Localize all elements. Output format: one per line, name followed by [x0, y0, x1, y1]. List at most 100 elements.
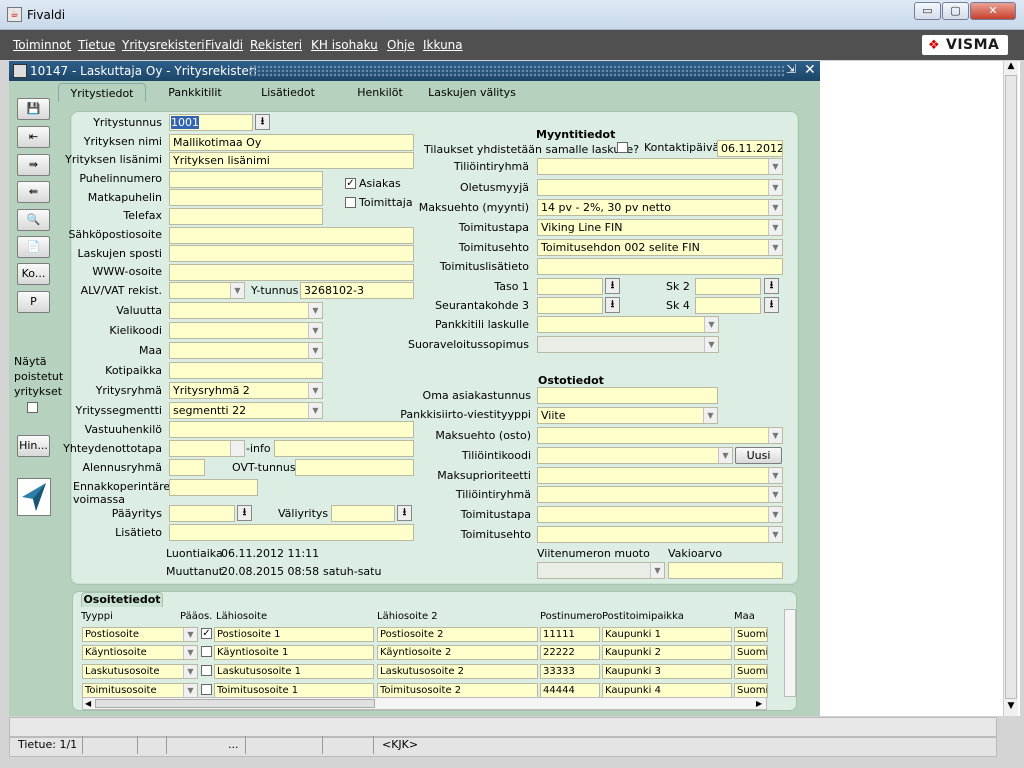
o-maksuehto-combo[interactable]: ▼: [537, 427, 783, 444]
sahkoposti-field[interactable]: [169, 227, 414, 244]
m-toimitustapa-combo[interactable]: Viking Line FIN ▼: [537, 219, 783, 236]
menu-ohje[interactable]: Ohje: [387, 38, 415, 52]
address-line1-cell[interactable]: Postiosoite 1: [214, 627, 374, 642]
address-horizontal-scrollbar[interactable]: ◀ ▶: [82, 697, 767, 710]
chevron-down-icon[interactable]: ▼: [183, 665, 197, 678]
sk2-lookup-icon[interactable]: ⭳: [764, 278, 779, 294]
country-cell[interactable]: Suomi: [734, 683, 768, 698]
tiliointikoodi-combo[interactable]: ▼: [537, 447, 733, 464]
chevron-down-icon[interactable]: ▼: [308, 383, 322, 398]
chevron-down-icon[interactable]: ▼: [718, 448, 732, 463]
sk2-field[interactable]: [695, 278, 761, 295]
address-type-combo[interactable]: Käyntiosoite ▼: [82, 645, 198, 660]
maksuprioriteetti-combo[interactable]: ▼: [537, 467, 783, 484]
sk4-field[interactable]: [695, 297, 761, 314]
address-line1-cell[interactable]: Laskutusosoite 1: [214, 664, 374, 679]
m-toimitusehto-combo[interactable]: Toimitusehdon 002 selite FIN ▼: [537, 239, 783, 256]
city-cell[interactable]: Kaupunki 1: [602, 627, 732, 642]
address-type-combo[interactable]: Laskutusosoite ▼: [82, 664, 198, 679]
alv-combo[interactable]: ▼: [169, 282, 245, 299]
seuranta3-field[interactable]: [537, 297, 603, 314]
address-line2-cell[interactable]: Käyntiosoite 2: [377, 645, 538, 660]
tab-henkilot[interactable]: Henkilöt: [345, 83, 415, 102]
inner-minimize-icon[interactable]: ⇲: [786, 62, 796, 76]
primary-address-checkbox[interactable]: [201, 684, 212, 695]
primary-address-checkbox[interactable]: ✓: [201, 628, 212, 639]
address-scroll-thumb[interactable]: [95, 699, 375, 708]
postal-code-cell[interactable]: 22222: [540, 645, 600, 660]
scroll-right-icon[interactable]: ▶: [756, 699, 762, 708]
hin-button[interactable]: Hin...: [17, 435, 50, 457]
postal-code-cell[interactable]: 33333: [540, 664, 600, 679]
chevron-down-icon[interactable]: ▼: [183, 628, 197, 641]
puhelin-field[interactable]: [169, 171, 323, 188]
scroll-thumb[interactable]: [1005, 75, 1017, 699]
search-icon[interactable]: 🔍: [17, 209, 50, 231]
pankkitili-combo[interactable]: ▼: [537, 316, 719, 333]
close-button[interactable]: ✕: [970, 2, 1016, 20]
restore-button[interactable]: ▢: [942, 2, 969, 20]
viitenumero-combo[interactable]: ▼: [537, 562, 665, 579]
p-button[interactable]: P: [17, 291, 50, 313]
city-cell[interactable]: Kaupunki 3: [602, 664, 732, 679]
chevron-down-icon[interactable]: ▼: [768, 468, 782, 483]
o-toimitusehto-combo[interactable]: ▼: [537, 526, 783, 543]
suoraveloitus-combo[interactable]: ▼: [537, 336, 719, 353]
chevron-down-icon[interactable]: ▼: [308, 343, 322, 358]
chevron-down-icon[interactable]: ▼: [183, 646, 197, 659]
chevron-down-icon[interactable]: ▼: [650, 563, 664, 578]
tab-pankkitilit[interactable]: Pankkitilit: [160, 83, 230, 102]
viestityyppi-combo[interactable]: Viite ▼: [537, 407, 718, 424]
chevron-down-icon[interactable]: ▼: [768, 527, 782, 542]
uusi-button[interactable]: Uusi: [735, 447, 782, 464]
country-cell[interactable]: Suomi: [734, 664, 768, 679]
chevron-down-icon[interactable]: ▼: [768, 200, 782, 215]
address-line1-cell[interactable]: Käyntiosoite 1: [214, 645, 374, 660]
sk4-lookup-icon[interactable]: ⭳: [764, 297, 779, 313]
scroll-down-icon[interactable]: ▼: [1004, 701, 1018, 715]
paayritys-lookup-icon[interactable]: ⭳: [237, 505, 252, 521]
chevron-down-icon[interactable]: ▼: [308, 403, 322, 418]
www-field[interactable]: [169, 264, 414, 281]
oletusmyyja-combo[interactable]: ▼: [537, 179, 783, 196]
address-vertical-scrollbar[interactable]: [784, 609, 796, 697]
chevron-down-icon[interactable]: ▼: [768, 180, 782, 195]
chevron-down-icon[interactable]: ▼: [704, 317, 718, 332]
scroll-up-icon[interactable]: ▲: [1004, 61, 1018, 75]
vastuuhenkilo-field[interactable]: [169, 421, 414, 438]
previous-record-icon[interactable]: ⇚: [17, 181, 50, 203]
next-record-icon[interactable]: ⇛: [17, 154, 50, 176]
info-field[interactable]: [274, 440, 414, 457]
menu-rekisteri[interactable]: Rekisteri: [250, 38, 302, 52]
save-icon[interactable]: 💾: [17, 98, 50, 120]
valiyritys-lookup-icon[interactable]: ⭳: [397, 505, 412, 521]
m-maksuehto-combo[interactable]: 14 pv - 2%, 30 pv netto ▼: [537, 199, 783, 216]
primary-address-checkbox[interactable]: [201, 665, 212, 676]
yritystunnus-field[interactable]: 1001: [169, 114, 253, 131]
yritysryhma-combo[interactable]: Yritysryhmä 2 ▼: [169, 382, 323, 399]
o-tiliointiryhma-combo[interactable]: ▼: [537, 486, 783, 503]
address-line2-cell[interactable]: Postiosoite 2: [377, 627, 538, 642]
chevron-down-icon[interactable]: ▼: [768, 428, 782, 443]
address-line1-cell[interactable]: Toimitusosoite 1: [214, 683, 374, 698]
minimize-button[interactable]: ▭: [914, 2, 941, 20]
vakioarvo-field[interactable]: [668, 562, 783, 579]
lisatieto-field[interactable]: [169, 524, 414, 541]
toimituslisatieto-field[interactable]: [537, 258, 783, 275]
paayritys-field[interactable]: [169, 505, 235, 522]
toimittaja-checkbox[interactable]: [345, 197, 356, 208]
menu-toiminnot[interactable]: Toiminnot: [13, 38, 71, 52]
city-cell[interactable]: Kaupunki 4: [602, 683, 732, 698]
maa-combo[interactable]: ▼: [169, 342, 323, 359]
menu-yritysrekisteri[interactable]: Yritysrekisteri: [122, 38, 205, 52]
chevron-down-icon[interactable]: [230, 441, 244, 456]
valuutta-combo[interactable]: ▼: [169, 302, 323, 319]
main-vertical-scrollbar[interactable]: ▲ ▼: [1003, 61, 1018, 717]
yrityksen-nimi-field[interactable]: Mallikotimaa Oy: [169, 134, 414, 151]
matkapuhelin-field[interactable]: [169, 189, 323, 206]
yritystunnus-lookup-icon[interactable]: ⭳: [255, 114, 270, 130]
taso1-lookup-icon[interactable]: ⭳: [605, 278, 620, 294]
ytunnus-field[interactable]: 3268102-3: [300, 282, 414, 299]
chevron-down-icon[interactable]: ▼: [768, 487, 782, 502]
taso1-field[interactable]: [537, 278, 603, 295]
